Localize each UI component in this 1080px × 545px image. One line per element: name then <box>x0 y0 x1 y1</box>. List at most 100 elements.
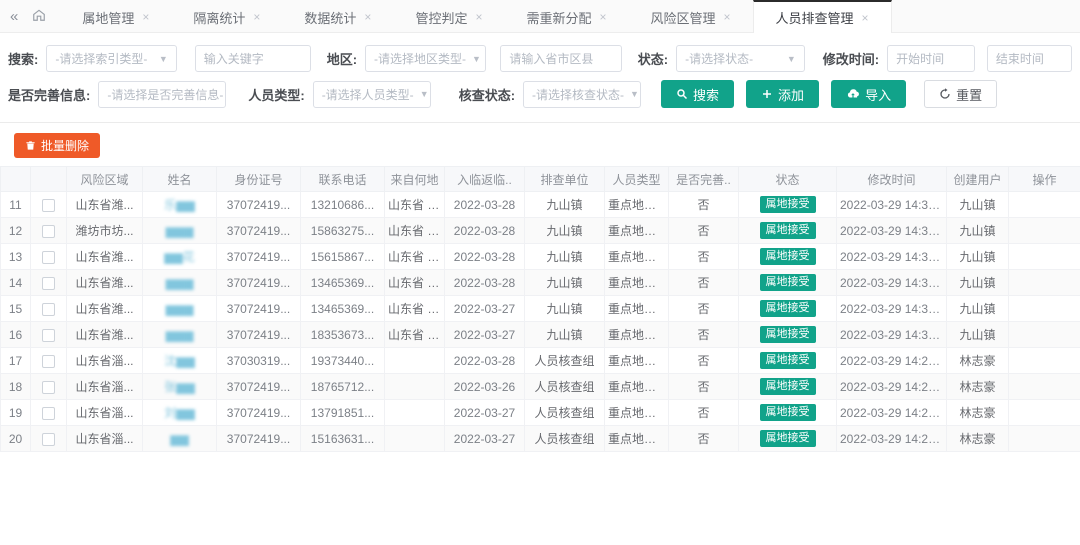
status-badge: 属地接受 <box>760 222 816 239</box>
table-row: 13 山东省潍... ▆▆花 37072419... 15615867... 山… <box>1 244 1080 270</box>
tab-4[interactable]: 管控判定 × <box>393 0 504 32</box>
cell-info-complete: 否 <box>669 348 739 374</box>
table-row: 16 山东省潍... ▆▆▆ 37072419... 18353673... 山… <box>1 322 1080 348</box>
end-time-input[interactable]: 结束时间 <box>987 45 1072 72</box>
tab-close-icon[interactable]: × <box>724 10 731 24</box>
status-badge: 属地接受 <box>760 352 816 369</box>
cell-phone: 13210686... <box>301 192 385 218</box>
filter-row-1: 搜索: -请选择索引类型-▼ 输入关键字 地区: -请选择地区类型-▼ 请输入省… <box>8 45 1072 72</box>
keyword-input[interactable]: 输入关键字 <box>195 45 311 72</box>
cell-check-unit: 九山镇 <box>525 192 605 218</box>
row-index: 11 <box>1 192 31 218</box>
cell-risk-region: 山东省潍... <box>67 296 143 322</box>
tab-close-icon[interactable]: × <box>142 10 149 24</box>
cell-from-place: 山东省 潍... <box>385 270 445 296</box>
tab-close-icon[interactable]: × <box>475 10 482 24</box>
start-time-input[interactable]: 开始时间 <box>887 45 975 72</box>
cell-status: 属地接受 <box>739 270 837 296</box>
column-header: 排查单位 <box>525 167 605 192</box>
cell-actions <box>1009 348 1080 374</box>
cell-info-complete: 否 <box>669 192 739 218</box>
cell-check-unit: 人员核查组 <box>525 426 605 452</box>
column-header: 联系电话 <box>301 167 385 192</box>
column-header: 修改时间 <box>837 167 947 192</box>
cell-creator: 林志豪 <box>947 348 1009 374</box>
row-index: 19 <box>1 400 31 426</box>
cell-actions <box>1009 322 1080 348</box>
row-checkbox[interactable] <box>42 199 55 212</box>
tab-close-icon[interactable]: × <box>364 10 371 24</box>
table-row: 14 山东省潍... ▆▆▆ 37072419... 13465369... 山… <box>1 270 1080 296</box>
row-checkbox[interactable] <box>42 303 55 316</box>
status-select[interactable]: -请选择状态-▼ <box>676 45 805 72</box>
cell-name: ▆▆▆ <box>143 322 217 348</box>
tab-close-icon[interactable]: × <box>862 11 869 25</box>
search-label: 搜索: <box>8 49 38 68</box>
row-checkbox[interactable] <box>42 251 55 264</box>
region-input[interactable]: 请输入省市区县 <box>500 45 621 72</box>
cell-enter-date: 2022-03-28 <box>445 270 525 296</box>
row-checkbox[interactable] <box>42 433 55 446</box>
tab-1[interactable]: 属地管理 × <box>60 0 171 32</box>
collapse-tabs-icon[interactable]: « <box>10 9 18 24</box>
tab-5[interactable]: 需重新分配 × <box>504 0 628 32</box>
cell-modified-time: 2022-03-29 14:30:34 <box>837 322 947 348</box>
row-checkbox[interactable] <box>42 381 55 394</box>
cell-info-complete: 否 <box>669 244 739 270</box>
row-index: 13 <box>1 244 31 270</box>
cell-name: ▆▆▆ <box>143 270 217 296</box>
cell-person-type: 重点地区... <box>605 192 669 218</box>
tab-3[interactable]: 数据统计 × <box>282 0 393 32</box>
row-checkbox[interactable] <box>42 225 55 238</box>
cell-check-unit: 九山镇 <box>525 322 605 348</box>
tab-label: 管控判定 <box>415 8 467 27</box>
cell-modified-time: 2022-03-29 14:23:54 <box>837 374 947 400</box>
column-header: 状态 <box>739 167 837 192</box>
table-row: 11 山东省潍... 乐▆▆ 37072419... 13210686... 山… <box>1 192 1080 218</box>
modified-time-label: 修改时间: <box>823 49 879 68</box>
region-type-select[interactable]: -请选择地区类型-▼ <box>365 45 486 72</box>
cell-person-type: 重点地区... <box>605 426 669 452</box>
tab-close-icon[interactable]: × <box>599 10 606 24</box>
search-button[interactable]: 搜索 <box>661 80 734 108</box>
cell-name: ▆▆花 <box>143 244 217 270</box>
cell-creator: 九山镇 <box>947 218 1009 244</box>
trash-icon <box>25 140 36 151</box>
row-checkbox[interactable] <box>42 355 55 368</box>
status-badge: 属地接受 <box>760 378 816 395</box>
cell-phone: 18765712... <box>301 374 385 400</box>
cell-from-place: 山东省 潍... <box>385 244 445 270</box>
row-checkbox[interactable] <box>42 329 55 342</box>
cell-enter-date: 2022-03-26 <box>445 374 525 400</box>
plus-icon <box>761 88 773 100</box>
row-checkbox[interactable] <box>42 277 55 290</box>
cell-creator: 九山镇 <box>947 296 1009 322</box>
tab-6[interactable]: 风险区管理 × <box>629 0 753 32</box>
cell-modified-time: 2022-03-29 14:32:05 <box>837 296 947 322</box>
cell-person-type: 重点地区... <box>605 296 669 322</box>
row-index: 16 <box>1 322 31 348</box>
index-type-select[interactable]: -请选择索引类型-▼ <box>46 45 176 72</box>
reset-button[interactable]: 重置 <box>924 80 997 108</box>
cell-check-unit: 九山镇 <box>525 218 605 244</box>
column-header: 来自何地 <box>385 167 445 192</box>
cell-person-type: 重点地区... <box>605 218 669 244</box>
tab-7[interactable]: 人员排查管理 × <box>753 0 892 33</box>
column-header: 人员类型 <box>605 167 669 192</box>
home-icon[interactable] <box>32 8 46 25</box>
complete-info-select[interactable]: -请选择是否完善信息-▼ <box>98 81 226 108</box>
check-status-select[interactable]: -请选择核查状态-▼ <box>523 81 641 108</box>
person-type-select[interactable]: -请选择人员类型-▼ <box>313 81 431 108</box>
cell-id-number: 37072419... <box>217 322 301 348</box>
row-checkbox[interactable] <box>42 407 55 420</box>
cell-enter-date: 2022-03-27 <box>445 426 525 452</box>
add-button[interactable]: 添加 <box>746 80 819 108</box>
tab-label: 风险区管理 <box>651 8 716 27</box>
import-button[interactable]: 导入 <box>831 80 906 108</box>
batch-delete-button[interactable]: 批量删除 <box>14 133 100 158</box>
cell-check-unit: 九山镇 <box>525 270 605 296</box>
cell-from-place <box>385 400 445 426</box>
tab-close-icon[interactable]: × <box>253 10 260 24</box>
cell-actions <box>1009 270 1080 296</box>
tab-2[interactable]: 隔离统计 × <box>171 0 282 32</box>
